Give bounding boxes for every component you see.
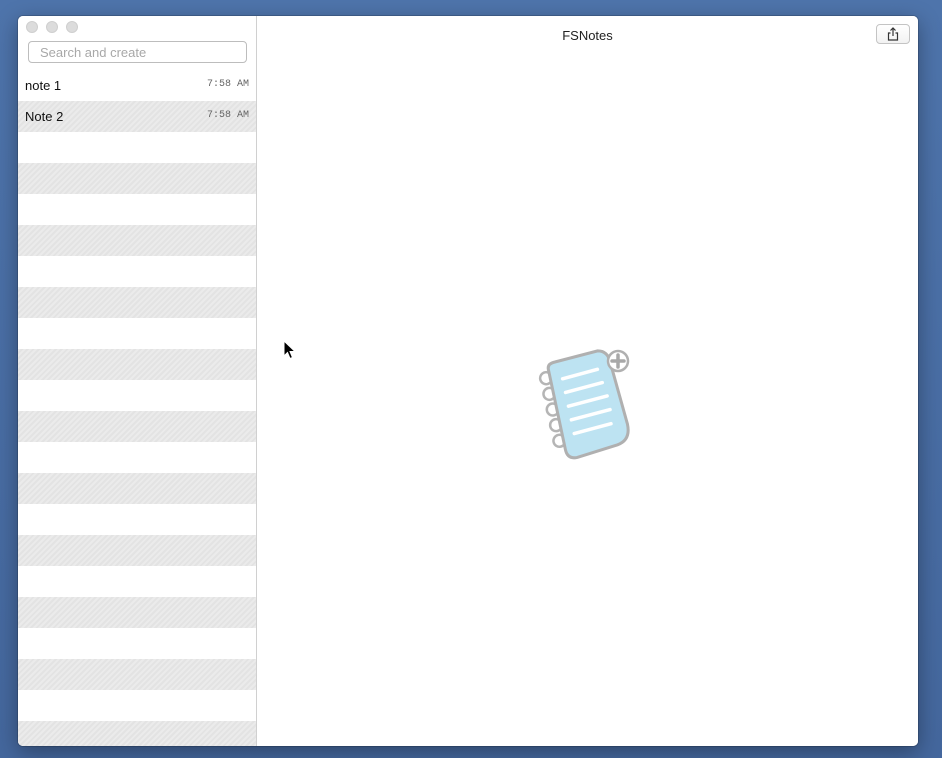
empty-row <box>18 380 256 411</box>
zoom-window-button[interactable] <box>66 21 78 33</box>
search-input[interactable] <box>28 41 247 63</box>
share-button[interactable] <box>876 24 910 44</box>
empty-row <box>18 349 256 380</box>
empty-row <box>18 256 256 287</box>
note-time: 7:58 AM <box>206 110 249 121</box>
editor-pane[interactable]: FSNotes <box>257 16 918 746</box>
empty-row <box>18 690 256 721</box>
empty-row <box>18 473 256 504</box>
empty-row <box>18 318 256 349</box>
note-list: note 1 7:58 AM Note 2 7:58 AM <box>18 70 256 746</box>
note-title: Note 2 <box>25 109 64 124</box>
empty-row <box>18 225 256 256</box>
empty-row <box>18 411 256 442</box>
window-title: FSNotes <box>562 28 613 43</box>
app-window: note 1 7:58 AM Note 2 7:58 AM <box>18 16 918 746</box>
sidebar: note 1 7:58 AM Note 2 7:58 AM <box>18 16 257 746</box>
empty-row <box>18 628 256 659</box>
empty-row <box>18 163 256 194</box>
note-title: note 1 <box>25 78 62 93</box>
empty-row <box>18 659 256 690</box>
share-icon <box>887 27 899 41</box>
mouse-pointer-icon <box>283 340 297 360</box>
empty-row <box>18 504 256 535</box>
empty-row <box>18 287 256 318</box>
close-window-button[interactable] <box>26 21 38 33</box>
window-controls <box>26 21 78 33</box>
empty-row <box>18 132 256 163</box>
empty-row <box>18 721 256 746</box>
list-item[interactable]: note 1 7:58 AM <box>18 70 256 101</box>
note-time: 7:58 AM <box>206 79 249 90</box>
empty-row <box>18 194 256 225</box>
new-note-illustration[interactable] <box>538 332 638 462</box>
empty-row <box>18 566 256 597</box>
minimize-window-button[interactable] <box>46 21 58 33</box>
empty-row <box>18 597 256 628</box>
list-item[interactable]: Note 2 7:58 AM <box>18 101 256 132</box>
empty-row <box>18 442 256 473</box>
empty-row <box>18 535 256 566</box>
